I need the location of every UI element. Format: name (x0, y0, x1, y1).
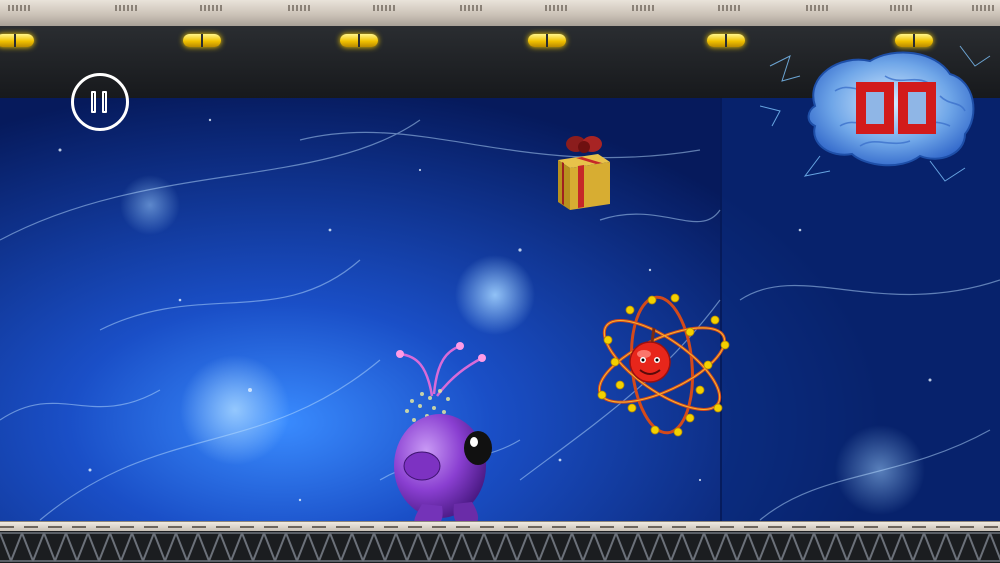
gift-box-icon[interactable] (554, 132, 614, 212)
rail-vent (545, 5, 567, 11)
purple-alien-icon[interactable] (382, 336, 502, 532)
ceiling-light (707, 34, 745, 47)
rail-vent (8, 5, 30, 11)
rail-vent (890, 5, 912, 11)
floor-track (0, 521, 1000, 563)
pause-icon (91, 91, 109, 113)
score-value: 00 (0, 0, 1, 1)
rail-vent (806, 5, 828, 11)
top-rail (0, 0, 1000, 28)
rail-vent (718, 5, 740, 11)
ceiling-light (183, 34, 221, 47)
atom-icon[interactable] (590, 290, 735, 440)
ceiling-light (528, 34, 566, 47)
score-digit (898, 82, 936, 134)
score-display (856, 82, 938, 134)
rail-vent (288, 5, 310, 11)
rail-vent (632, 5, 654, 11)
score-digit (856, 82, 894, 134)
ceiling-light (0, 34, 34, 47)
rail-vent (200, 5, 222, 11)
ceiling-light (340, 34, 378, 47)
rail-vent (460, 5, 482, 11)
rail-vent (115, 5, 137, 11)
rail-vent (373, 5, 395, 11)
rail-vent (972, 5, 994, 11)
floor-truss (0, 531, 1000, 563)
game-screen[interactable]: 00 (0, 0, 1000, 563)
pause-button[interactable] (71, 73, 129, 131)
